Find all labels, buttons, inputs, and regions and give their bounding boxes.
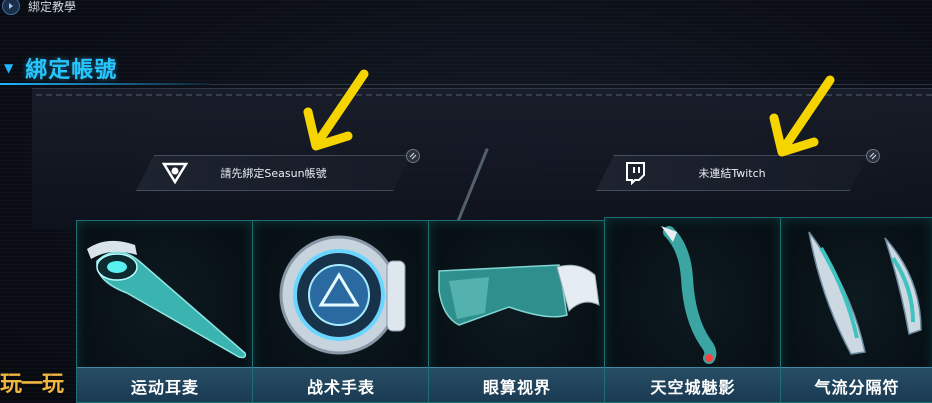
section-title: 綁定帳號 bbox=[25, 58, 118, 83]
headset-icon bbox=[87, 240, 247, 359]
watch-icon bbox=[279, 235, 406, 355]
caret-down-icon[interactable]: ▼ bbox=[4, 62, 13, 74]
item-card-visor[interactable]: 眼算视界 bbox=[428, 220, 606, 403]
section-underline bbox=[0, 83, 210, 85]
wing-blades-icon bbox=[808, 231, 922, 355]
item-label: 气流分隔符 bbox=[814, 378, 900, 397]
annotation-arrow-icon bbox=[769, 75, 835, 157]
item-card-wing-blades[interactable]: 气流分隔符 bbox=[780, 217, 932, 403]
item-label: 战术手表 bbox=[306, 378, 375, 397]
item-card-headset[interactable]: 运动耳麦 bbox=[76, 220, 254, 403]
annotation-arrow-icon bbox=[303, 69, 369, 151]
item-label: 天空城魅影 bbox=[650, 378, 736, 397]
link-icon bbox=[866, 149, 880, 163]
reward-items-row: 运动耳麦 战术手表 眼算视界 天空城魅影 气流分隔符 bbox=[76, 217, 932, 403]
seasun-bind-button[interactable]: 請先綁定Seasun帳號 bbox=[136, 155, 411, 191]
visor-icon bbox=[438, 264, 600, 326]
watermark-logo: 玩一玩 bbox=[0, 366, 64, 398]
item-card-watch[interactable]: 战术手表 bbox=[252, 220, 430, 403]
section-header: ▼ 綁定帳號 bbox=[4, 52, 117, 84]
breadcrumb[interactable]: 綁定教學 bbox=[2, 0, 76, 15]
link-icon bbox=[406, 149, 420, 163]
seasun-bind-label: 請先綁定Seasun帳號 bbox=[220, 167, 327, 180]
twitch-bind-label: 未連結Twitch bbox=[698, 167, 766, 180]
breadcrumb-label: 綁定教學 bbox=[28, 0, 77, 14]
item-card-tail[interactable]: 天空城魅影 bbox=[604, 217, 782, 403]
item-label: 眼算视界 bbox=[482, 378, 551, 397]
tail-icon bbox=[661, 226, 717, 364]
item-label: 运动耳麦 bbox=[130, 378, 199, 397]
chevron-right-icon bbox=[2, 0, 20, 15]
watermark-text: 玩一玩 bbox=[0, 372, 64, 397]
